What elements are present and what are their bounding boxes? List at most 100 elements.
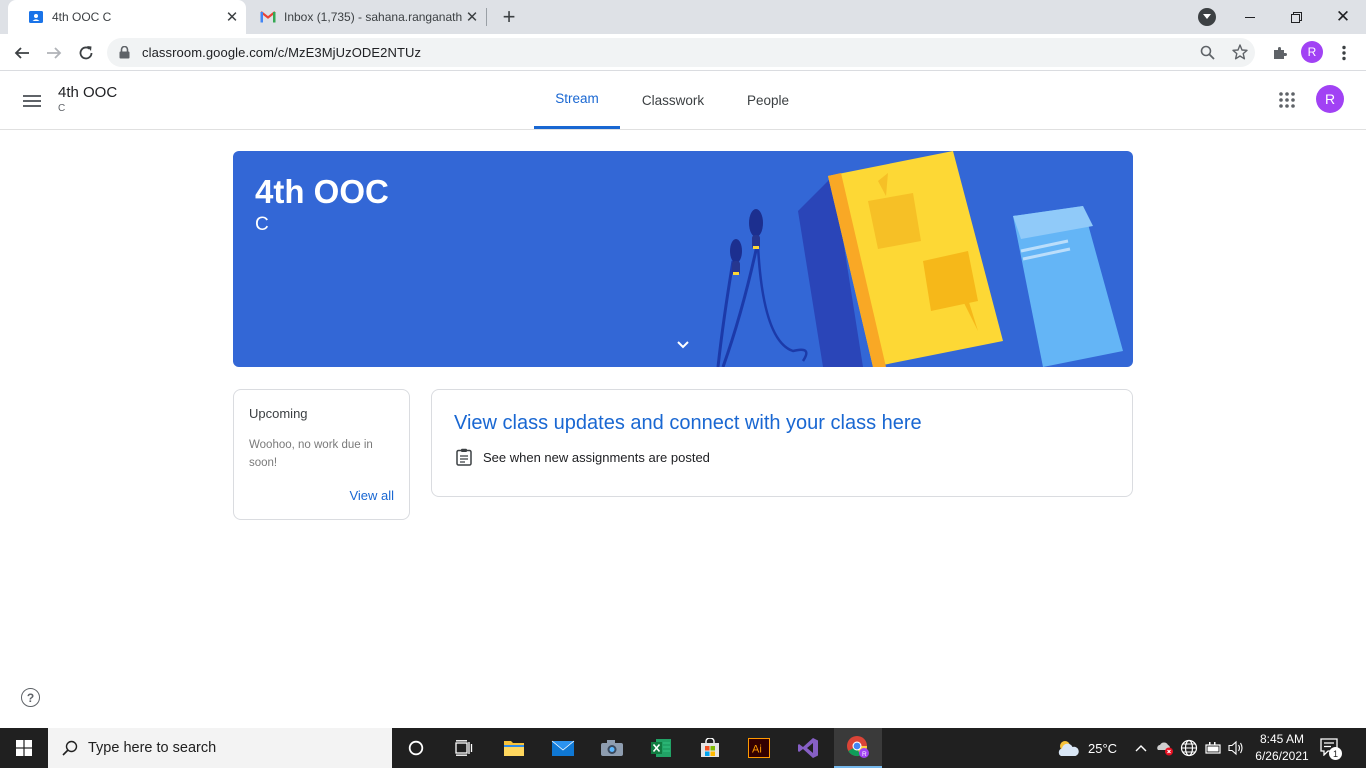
speaker-icon [1228,740,1243,756]
windows-logo-icon [16,740,32,756]
tab-stream[interactable]: Stream [534,71,620,129]
chevron-down-icon [677,341,689,349]
weather-widget[interactable]: 25°C [1056,728,1117,768]
visual-studio-icon [798,738,818,758]
excel-button[interactable] [637,728,685,768]
address-bar[interactable]: classroom.google.com/c/MzE3MjUzODE2NTUz [107,38,1255,67]
chevron-down-icon [1203,14,1211,19]
tab-label: Stream [555,91,599,106]
class-section: C [58,103,66,114]
show-hidden-icons-button[interactable] [1133,740,1149,756]
camera-button[interactable] [588,728,636,768]
onedrive-error-icon [1157,742,1173,756]
google-apps-button[interactable] [1276,89,1298,111]
back-button[interactable] [8,39,36,67]
battery-tray-button[interactable] [1204,740,1222,756]
visual-studio-button[interactable] [784,728,832,768]
tab-classwork[interactable]: Classwork [630,71,716,129]
hamburger-menu-icon [23,95,41,107]
class-banner: 4th OOC C [233,151,1133,367]
weather-partly-cloudy-icon [1058,741,1079,756]
restore-icon [1290,11,1302,23]
notification-center-button[interactable]: 1 [1320,738,1344,760]
mail-button[interactable] [539,728,587,768]
account-avatar[interactable]: R [1316,85,1344,113]
clock[interactable]: 8:45 AM 6/26/2021 [1250,731,1314,765]
browser-tab-gmail[interactable]: Inbox (1,735) - sahana.ranganath ✕ [240,0,486,34]
classroom-header: 4th OOC C Stream Classwork People R [0,71,1366,130]
help-icon: ? [26,690,35,705]
volume-tray-button[interactable] [1227,740,1245,756]
excel-icon [651,739,671,757]
banner-expand-button[interactable] [673,335,693,355]
tab-label: Classwork [641,92,705,108]
weather-temp: 25°C [1088,740,1118,756]
banner-title[interactable]: 4th OOC [255,173,389,211]
tab-title: 4th OOC C [52,10,112,24]
tab-label: People [746,92,790,108]
view-all-link[interactable]: View all [349,488,394,503]
store-button[interactable] [686,728,734,768]
lock-icon[interactable] [119,46,130,59]
chrome-taskbar-button[interactable]: R [834,728,882,768]
reload-icon [79,46,93,60]
tab-divider [486,8,487,26]
illustrator-icon: Ai [748,738,770,758]
restore-button[interactable] [1273,0,1319,34]
browser-toolbar: classroom.google.com/c/MzE3MjUzODE2NTUz … [0,34,1366,71]
clock-time: 8:45 AM [1259,732,1305,746]
illustrator-button[interactable]: Ai [735,728,783,768]
more-vert-icon [1342,45,1346,61]
close-window-button[interactable]: ✕ [1320,0,1366,34]
task-view-button[interactable] [440,728,488,768]
upcoming-heading: Upcoming [249,406,308,421]
puzzle-icon [1274,47,1287,59]
minimize-button[interactable] [1227,0,1273,34]
mail-icon [551,740,575,756]
bookmark-star-icon[interactable] [1232,44,1248,60]
forward-arrow-icon [47,47,62,59]
reload-button[interactable] [72,39,100,67]
apps-grid-icon [1279,92,1295,108]
browser-tab-active[interactable]: 4th OOC C ✕ [8,0,246,34]
help-button[interactable]: ? [21,688,40,707]
battery-plugged-icon [1205,742,1221,754]
chrome-menu-button[interactable] [1330,39,1358,67]
globe-icon [1180,739,1198,757]
main-menu-button[interactable] [20,89,44,113]
upcoming-message: Woohoo, no work due in soon! [249,439,373,469]
close-icon: ✕ [1335,7,1351,26]
cortana-button[interactable] [392,728,440,768]
zoom-icon[interactable] [1200,45,1215,60]
stream-line: See when new assignments are posted [483,450,710,465]
search-icon [62,740,78,756]
gmail-favicon-icon [260,9,276,25]
stream-headline: View class updates and connect with your… [454,412,922,434]
windows-taskbar: Type here to search Ai R 25°C 8:45 AM 6/… [0,728,1366,768]
cortana-icon [408,740,424,756]
close-tab-icon[interactable]: ✕ [464,9,480,26]
svg-text:R: R [862,751,867,758]
classroom-favicon-icon [28,9,44,25]
file-explorer-button[interactable] [490,728,538,768]
browser-tab-strip: 4th OOC C ✕ Inbox (1,735) - sahana.ranga… [0,0,1366,34]
tab-search-button[interactable] [1198,8,1216,26]
forward-button[interactable] [40,39,68,67]
start-button[interactable] [0,728,48,768]
new-tab-button[interactable]: + [498,4,520,29]
taskbar-search-box[interactable]: Type here to search [48,728,392,768]
profile-avatar[interactable]: R [1301,41,1323,63]
file-explorer-icon [504,741,524,756]
class-title[interactable]: 4th OOC [58,84,117,101]
language-tray-button[interactable] [1180,739,1198,757]
onedrive-tray-button[interactable] [1156,740,1174,756]
url-text: classroom.google.com/c/MzE3MjUzODE2NTUz [142,45,422,60]
search-placeholder: Type here to search [88,740,217,756]
chevron-up-icon [1135,745,1147,752]
extensions-button[interactable] [1266,39,1294,67]
task-view-icon [455,740,473,756]
banner-section: C [255,214,269,235]
close-tab-icon[interactable]: ✕ [224,9,240,26]
tab-people[interactable]: People [730,71,806,129]
upcoming-card: Upcoming Woohoo, no work due in soon! Vi… [233,389,410,520]
